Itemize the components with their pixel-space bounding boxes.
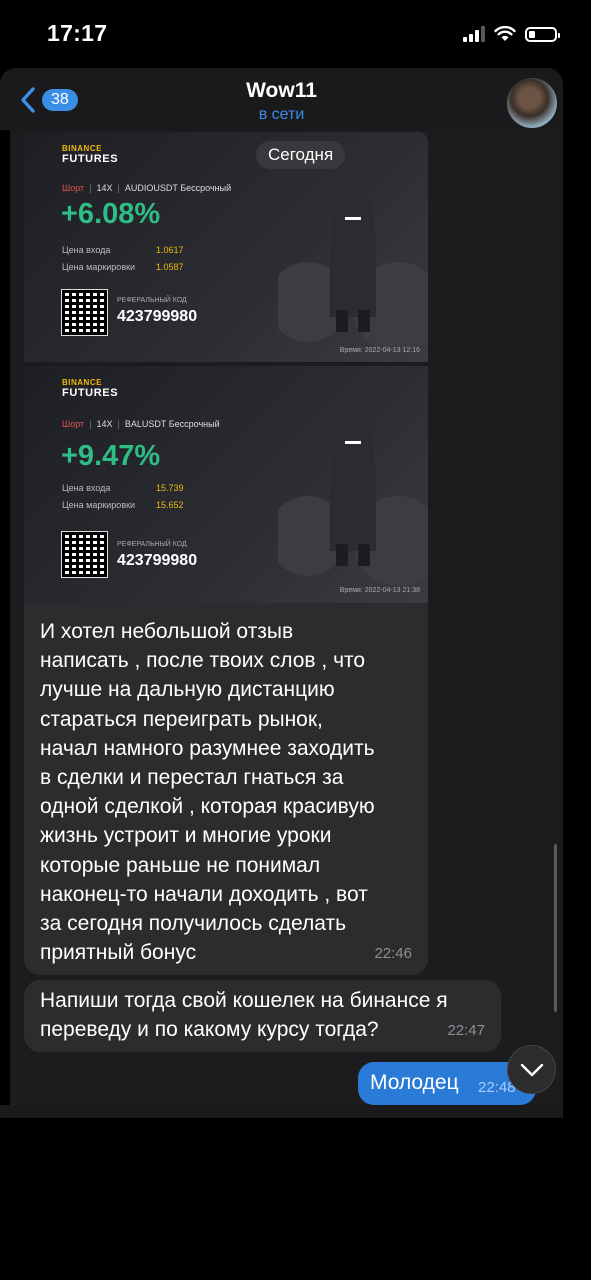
message-time: 22:47: [447, 1021, 485, 1039]
binance-futures-logo: BINANCE FUTURES: [62, 378, 119, 399]
chat-header: 38 Wow11 в сети: [0, 68, 563, 130]
chevron-down-icon: [520, 1063, 543, 1076]
position-side: Шорт: [62, 183, 85, 193]
status-time: 17:17: [47, 20, 108, 46]
date-chip: Сегодня: [256, 141, 346, 169]
referral-code: 423799980: [117, 552, 198, 569]
status-icons: [463, 26, 560, 42]
message-text: Молодец: [370, 1071, 459, 1094]
mark-price-row: Цена маркировки 1.0587: [62, 262, 184, 272]
position-info: Шорт | 14X | AUDIOUSDT Бессрочный: [62, 183, 232, 193]
cellular-signal-icon: [463, 26, 485, 42]
status-bar: 17:17: [0, 0, 591, 68]
binance-futures-logo: BINANCE FUTURES: [62, 144, 119, 165]
online-status: в сети: [258, 106, 305, 123]
message-time: 22:46: [374, 944, 412, 962]
avatar[interactable]: [507, 78, 557, 128]
card-timestamp: Время: 2022-04-13 12:16: [339, 347, 420, 354]
rocket-illustration: [278, 401, 428, 586]
chat-title[interactable]: Wow11: [0, 79, 563, 103]
pnl-percent: +9.47%: [61, 440, 161, 472]
referral-label: РЕФЕРАЛЬНЫЙ КОД: [117, 297, 187, 304]
chat-window: 38 Wow11 в сети Сегодня BINANCE FUTURES …: [0, 68, 563, 1118]
message-text: Напиши тогда свой кошелек на бинансе я п…: [40, 989, 448, 1042]
futures-card-1[interactable]: Сегодня BINANCE FUTURES Шорт | 14X | AUDIOUS…: [24, 132, 428, 362]
incoming-message[interactable]: И хотел небольшой отзыв написать , после…: [24, 603, 428, 975]
battery-icon: [525, 26, 560, 42]
referral-code: 423799980: [117, 308, 198, 325]
card-timestamp: Время: 2022-04-13 21:38: [339, 587, 420, 594]
leverage: 14X: [96, 183, 113, 193]
message-text: И хотел небольшой отзыв написать , после…: [40, 620, 375, 965]
scroll-down-button[interactable]: [507, 1045, 556, 1094]
referral-label: РЕФЕРАЛЬНЫЙ КОД: [117, 541, 187, 548]
input-bar[interactable]: [0, 1105, 563, 1118]
position-info: Шорт | 14X | BALUSDT Бессрочный: [62, 419, 220, 429]
futures-card-2[interactable]: BINANCE FUTURES Шорт | 14X | BALUSDT Бессроч…: [24, 366, 428, 603]
wifi-icon: [494, 26, 516, 41]
entry-price-row: Цена входа 1.0617: [62, 245, 184, 255]
trading-pair: BALUSDT Бессрочный: [124, 419, 220, 429]
pnl-percent: +6.08%: [61, 198, 161, 230]
qr-code: [61, 289, 108, 336]
trading-pair: AUDIOUSDT Бессрочный: [124, 183, 232, 193]
message-list[interactable]: Сегодня BINANCE FUTURES Шорт | 14X | AUDIOUS…: [10, 130, 563, 1118]
entry-price-row: Цена входа 15.739: [62, 483, 184, 493]
mark-price-row: Цена маркировки 15.652: [62, 500, 184, 510]
scrollbar[interactable]: [554, 844, 557, 1012]
incoming-message[interactable]: Напиши тогда свой кошелек на бинансе я п…: [24, 980, 501, 1052]
position-side: Шорт: [62, 419, 85, 429]
leverage: 14X: [96, 419, 113, 429]
qr-code: [61, 531, 108, 578]
